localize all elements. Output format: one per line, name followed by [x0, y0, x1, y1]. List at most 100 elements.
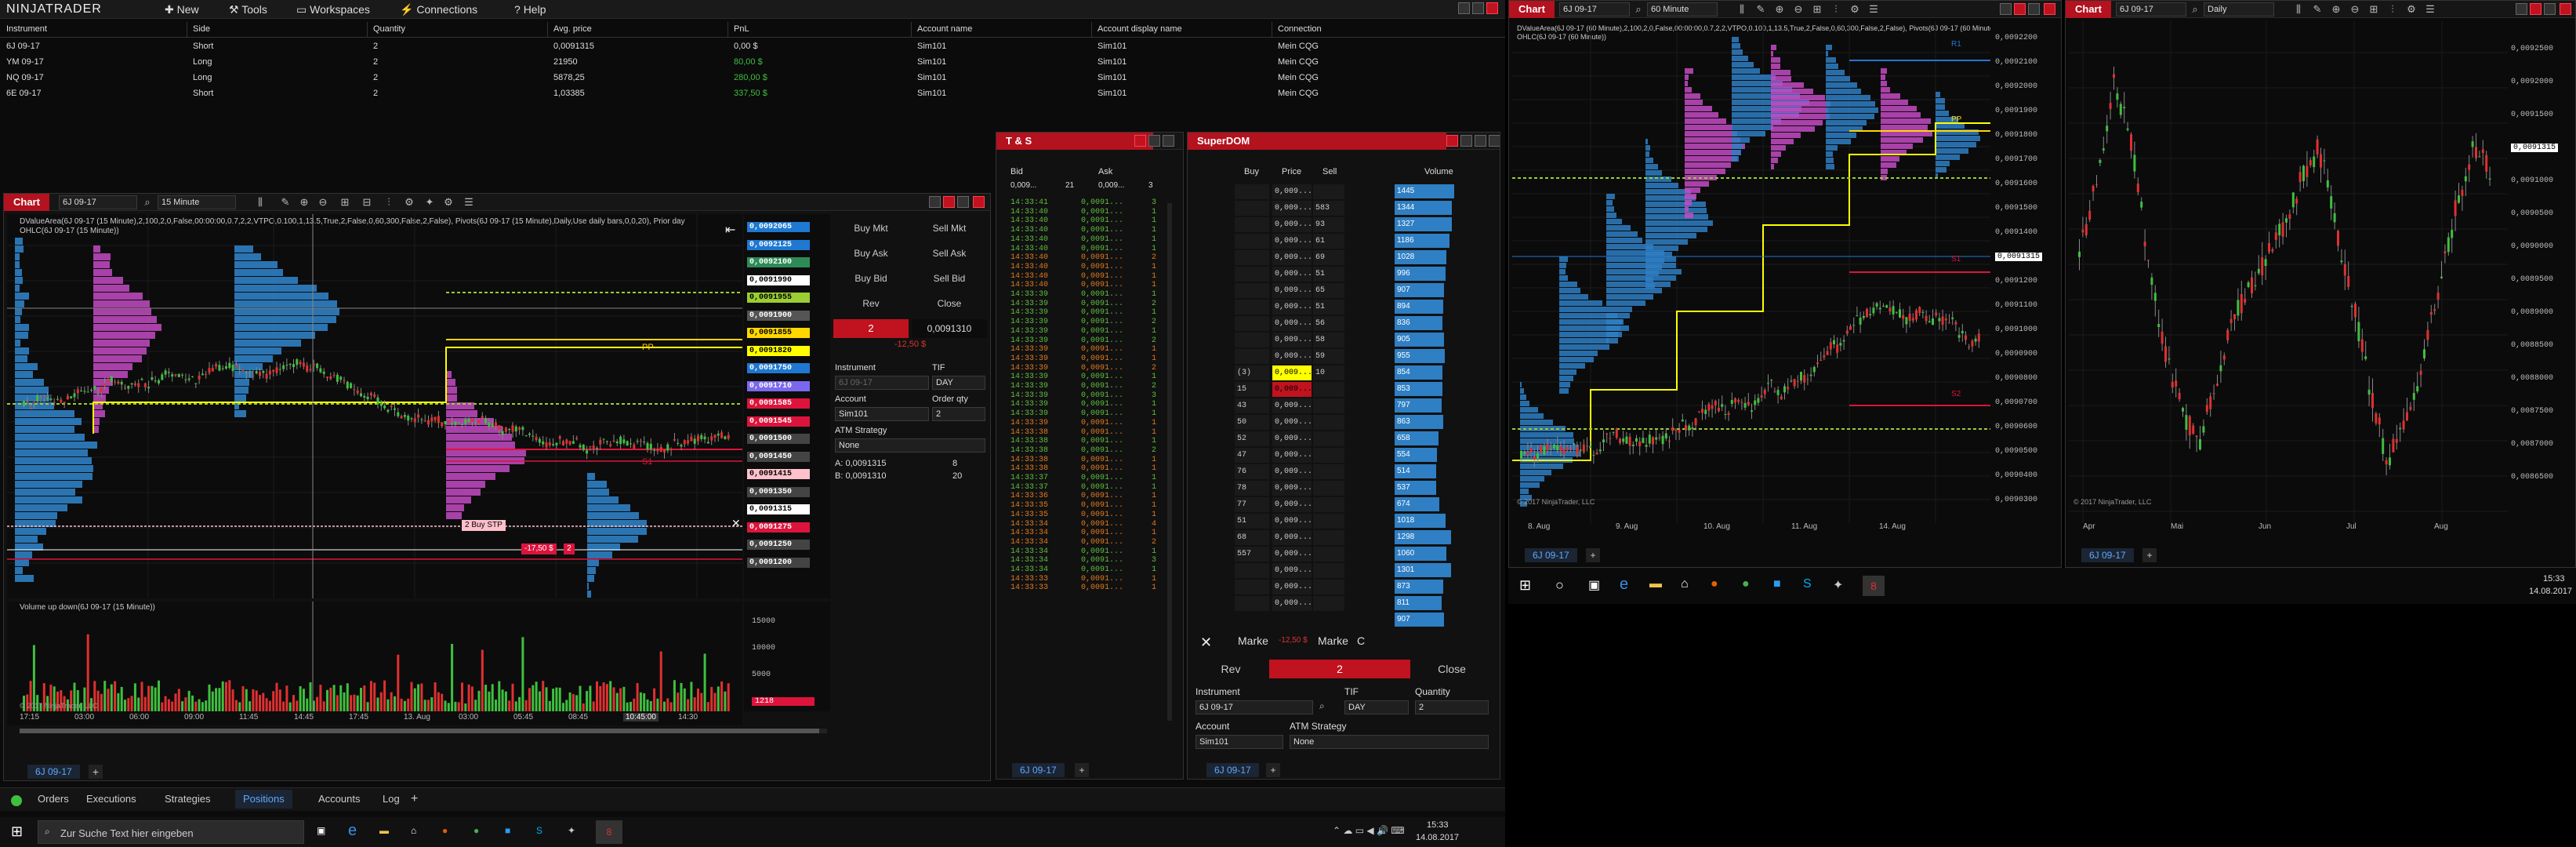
taskbar-misc-icon[interactable]: ✦ — [568, 825, 575, 836]
dom-sell-cell[interactable]: 65 — [1313, 283, 1344, 298]
column-divider[interactable] — [367, 22, 368, 38]
search-icon[interactable]: ⌕ — [142, 197, 153, 208]
dom-tab[interactable]: 6J 09-17 — [1206, 763, 1259, 777]
tray-icons[interactable]: ⌃ ☁ ▭ ◀ 🔊 ⌨ — [1333, 825, 1405, 836]
dom-buy-cell[interactable]: 50 — [1235, 415, 1269, 430]
dom-sell-cell[interactable]: 58 — [1313, 333, 1344, 347]
bottom-tab-accounts[interactable]: Accounts — [310, 790, 368, 809]
dom-price-cell[interactable]: 0,009... — [1272, 514, 1312, 529]
stop-order-qty[interactable]: 2 — [564, 543, 575, 554]
zoom-out-icon[interactable]: ⊖ — [317, 197, 328, 208]
taskbar-explorer-icon[interactable]: ▬ — [379, 825, 389, 836]
dom-buy-cell[interactable] — [1235, 349, 1269, 364]
position-row[interactable]: YM 09-17 Long 2 21950 80,00 $ Sim101 Sim101 Mei… — [0, 55, 1505, 71]
buy-bid-button[interactable]: Buy Bid — [833, 269, 909, 288]
pencil-icon[interactable]: ✎ — [280, 197, 291, 208]
chart-bottom-tab[interactable]: 6J 09-17 — [27, 765, 80, 779]
chart2-restore-button[interactable] — [2014, 3, 2026, 15]
position-row[interactable]: 6J 09-17 Short 2 0,0091315 0,00 $ Sim101 Sim10… — [0, 39, 1505, 55]
dom-quantity-stepper[interactable]: 2 — [1415, 700, 1489, 714]
stop-order-pnl[interactable]: -17,50 $ — [521, 543, 557, 554]
dom-price-cell[interactable]: 0,009... — [1272, 349, 1312, 364]
chart3-panel[interactable]: © 2017 NinjaTrader, LLC — [2069, 21, 2508, 523]
chart2-zoomout-icon[interactable]: ⊖ — [1793, 4, 1804, 15]
bar-style-icon[interactable]: ⫼ — [255, 197, 266, 208]
ts-add-tab-button[interactable]: + — [1075, 763, 1089, 777]
scrollbar-thumb[interactable] — [20, 729, 819, 733]
dom-ladder[interactable]: 0,009... 0,009... 583 0,009... 93 0,009... 61 0… — [1235, 184, 1344, 623]
dom-buy-cell[interactable]: (3) — [1235, 365, 1269, 380]
dom-sell-cell[interactable] — [1313, 547, 1344, 562]
dom-buy-cell[interactable]: 76 — [1235, 464, 1269, 479]
skype-icon[interactable]: S — [1803, 577, 1812, 591]
instrument-selector[interactable]: 6J 09-17 — [59, 195, 137, 209]
windows-start-icon[interactable]: ⊞ — [1519, 577, 1531, 594]
dom-sell-cell[interactable]: 56 — [1313, 316, 1344, 331]
dom-price-cell[interactable]: 0,009... — [1272, 267, 1312, 282]
dom-buy-cell[interactable]: 557 — [1235, 547, 1269, 562]
bottom-tab-positions[interactable]: Positions — [235, 790, 292, 809]
dom-sell-cell[interactable] — [1313, 481, 1344, 496]
dom-buy-cell[interactable]: 51 — [1235, 514, 1269, 529]
dom-price-cell[interactable]: 0,009... — [1272, 316, 1312, 331]
dom-buy-cell[interactable] — [1235, 333, 1269, 347]
menu-connections[interactable]: ⚡ Connections — [400, 3, 477, 16]
dom-buy-cell[interactable]: 68 — [1235, 530, 1269, 545]
chart2-settings-icon[interactable]: ⚙ — [1849, 4, 1860, 15]
taskbar-store-icon[interactable]: ⌂ — [411, 825, 416, 836]
ts-max-button[interactable] — [1148, 135, 1160, 147]
zoom-icon[interactable]: ⊕ — [299, 197, 310, 208]
start-icon[interactable]: ⊞ — [11, 823, 23, 840]
positions-header-cell[interactable]: Account display name — [1098, 24, 1182, 34]
chart2-search-icon[interactable]: ⌕ — [1633, 4, 1644, 15]
chrome-icon[interactable]: ● — [1742, 577, 1750, 591]
dom-price-cell[interactable]: 0,009... — [1272, 201, 1312, 216]
chart-tab[interactable]: Chart — [4, 194, 49, 211]
dom-buy-cell[interactable]: 52 — [1235, 431, 1269, 446]
dom-sell-cell[interactable]: 69 — [1313, 250, 1344, 265]
chart2-list-icon[interactable]: ☰ — [1868, 4, 1879, 15]
taskbar-taskview-icon[interactable]: ▣ — [317, 825, 325, 836]
dom-buy-cell[interactable]: 15 — [1235, 382, 1269, 397]
sell-mkt-button[interactable]: Sell Mkt — [912, 219, 987, 238]
dom-buy-cell[interactable] — [1235, 300, 1269, 314]
dom-price-cell[interactable]: 0,009... — [1272, 530, 1312, 545]
column-divider[interactable] — [1091, 22, 1092, 38]
bottom-tab-executions[interactable]: Executions — [78, 790, 144, 809]
buy-ask-button[interactable]: Buy Ask — [833, 244, 909, 263]
chart2-add-tab-button[interactable]: + — [1586, 548, 1600, 562]
dom-search-icon[interactable]: ⌕ — [1319, 700, 1325, 712]
positions-header-cell[interactable]: Account name — [917, 24, 972, 34]
dom-buy-cell[interactable] — [1235, 184, 1269, 199]
chart2-interval[interactable]: 60 Minute — [1647, 2, 1718, 16]
dom-price-cell[interactable]: 0,009... — [1272, 431, 1312, 446]
chart3-search-icon[interactable]: ⌕ — [2190, 4, 2200, 15]
ct-qty-stepper[interactable]: 2 — [932, 407, 985, 421]
dom-price-cell[interactable]: 0,009... — [1272, 300, 1312, 314]
dom-sell-cell[interactable] — [1313, 184, 1344, 199]
ts-tab[interactable]: 6J 09-17 — [1012, 763, 1065, 777]
app-icon[interactable]: ■ — [1773, 577, 1781, 591]
bottom-tab-strategies[interactable]: Strategies — [157, 790, 219, 809]
dom-price-cell[interactable]: 0,009... — [1272, 398, 1312, 413]
dom-sell-cell[interactable] — [1313, 596, 1344, 611]
sell-ask-button[interactable]: Sell Ask — [912, 244, 987, 263]
dom-price-cell[interactable]: 0,009... — [1272, 563, 1312, 578]
dom-sell-cell[interactable] — [1313, 464, 1344, 479]
dom-min-button[interactable] — [1446, 135, 1458, 147]
dom-market-buy[interactable]: Marke — [1238, 634, 1268, 647]
chart3-pencil-icon[interactable]: ✎ — [2312, 4, 2323, 15]
dom-sell-cell[interactable] — [1313, 497, 1344, 512]
search-box[interactable]: ⌕ Zur Suche Text hier eingeben — [38, 820, 304, 844]
column-divider[interactable] — [911, 22, 912, 38]
window-close-button[interactable] — [1486, 2, 1498, 14]
edge-icon[interactable]: e — [1620, 576, 1628, 594]
chart-minimize-button[interactable] — [929, 196, 941, 208]
chart-trader-icon[interactable]: ⚙ — [443, 197, 454, 208]
dom-sell-cell[interactable] — [1313, 415, 1344, 430]
dom-reverse-button[interactable]: Rev — [1195, 660, 1266, 678]
dom-buy-cell[interactable] — [1235, 267, 1269, 282]
dom-sell-cell[interactable]: 93 — [1313, 217, 1344, 232]
menu-tools[interactable]: ⚒ Tools — [229, 3, 267, 16]
chart3-grid-icon[interactable]: ⊞ — [2368, 4, 2379, 15]
